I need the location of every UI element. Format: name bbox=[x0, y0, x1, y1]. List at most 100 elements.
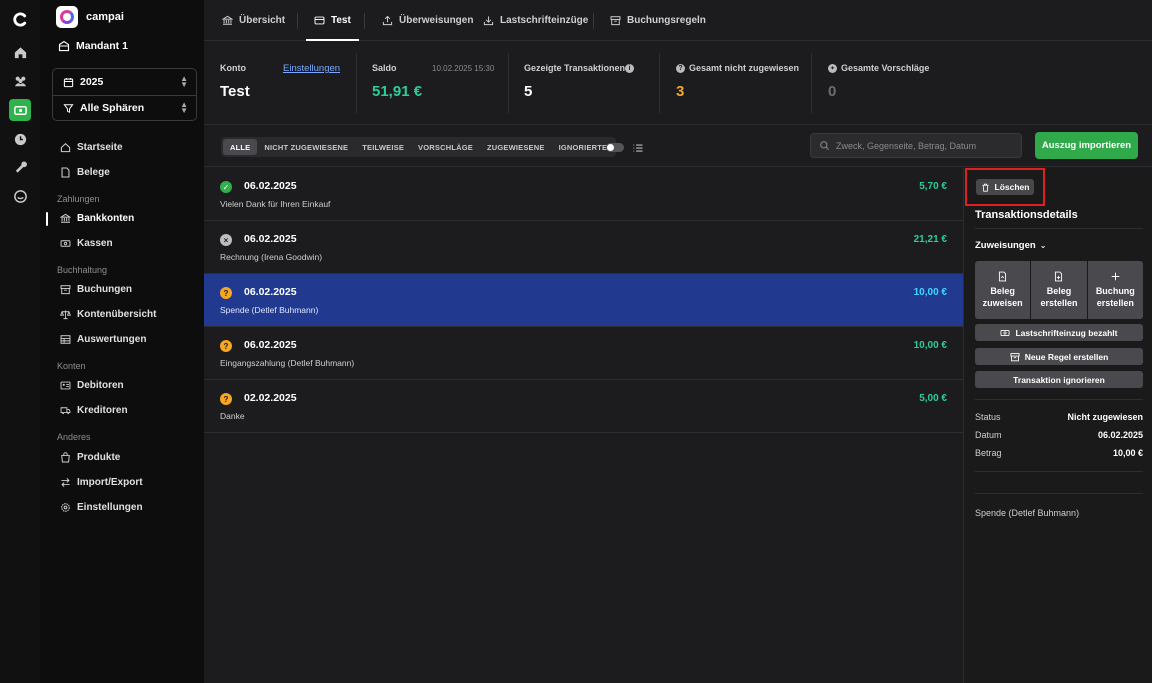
transaction-row-selected[interactable]: ? 06.02.2025 Spende (Detlef Buhmann) 10,… bbox=[204, 274, 963, 327]
tab-buchungsregeln[interactable]: Buchungsregeln bbox=[610, 0, 706, 41]
sidebar-item-label: Auswertungen bbox=[77, 334, 147, 345]
filter-nicht-zugewiesene[interactable]: NICHT ZUGEWIESENE bbox=[257, 139, 355, 155]
year-select[interactable]: 2025 ▲ ▼ bbox=[63, 75, 188, 89]
question-icon: ? bbox=[676, 64, 685, 73]
betrag-label: Betrag bbox=[975, 448, 1002, 458]
sphere-select[interactable]: Alle Sphären ▲ ▼ bbox=[63, 101, 188, 115]
lastschrifteinzug-bezahlt-button[interactable]: Lastschrifteinzug bezahlt bbox=[975, 324, 1143, 341]
action-line2: erstellen bbox=[1040, 298, 1078, 308]
einstellungen-link[interactable]: Einstellungen bbox=[283, 63, 340, 74]
transaction-date: 02.02.2025 bbox=[244, 392, 297, 404]
brand[interactable]: campai bbox=[56, 6, 124, 28]
archive-icon bbox=[60, 285, 71, 295]
transaction-description: Rechnung (Irena Goodwin) bbox=[220, 252, 323, 262]
transaction-purpose: Spende (Detlef Buhmann) bbox=[975, 508, 1080, 518]
sidebar-item-bankkonten[interactable]: Bankkonten bbox=[60, 213, 134, 224]
vorschlaege-cell: ✦ Gesamte Vorschläge 0 bbox=[828, 41, 968, 125]
import-statement-button[interactable]: Auszug importieren bbox=[1035, 132, 1138, 159]
logo-icon[interactable] bbox=[10, 9, 30, 29]
assignment-actions: Beleg zuweisen Beleg erstellen Buchung e… bbox=[975, 261, 1143, 319]
transaction-row[interactable]: × 06.02.2025 Rechnung (Irena Goodwin) 21… bbox=[204, 221, 963, 274]
beleg-erstellen-button[interactable]: Beleg erstellen bbox=[1031, 261, 1087, 319]
members-icon[interactable] bbox=[10, 71, 30, 91]
icon-rail bbox=[0, 0, 40, 683]
summary-divider bbox=[811, 53, 812, 113]
summary-divider bbox=[508, 53, 509, 113]
upload-icon bbox=[382, 15, 393, 26]
filter-ignorierte[interactable]: IGNORIERTE bbox=[552, 139, 615, 155]
filter-icon bbox=[63, 103, 74, 113]
filter-alle[interactable]: ALLE bbox=[223, 139, 258, 155]
button-label: Transaktion ignorieren bbox=[1013, 374, 1105, 385]
tab-divider bbox=[364, 13, 365, 29]
view-toggle[interactable] bbox=[606, 143, 624, 152]
buchung-erstellen-button[interactable]: Buchung erstellen bbox=[1087, 261, 1143, 319]
tab-divider bbox=[593, 13, 594, 29]
panel-title: Transaktionsdetails bbox=[975, 209, 1078, 221]
transaction-date: 06.02.2025 bbox=[244, 339, 297, 351]
sidebar-item-label: Produkte bbox=[77, 452, 121, 463]
sidebar-item-startseite[interactable]: Startseite bbox=[60, 142, 123, 153]
wrench-icon[interactable] bbox=[10, 157, 30, 177]
transaction-date: 06.02.2025 bbox=[244, 233, 297, 245]
zuweisungen-dropdown[interactable]: Zuweisungen ⌄ bbox=[975, 240, 1046, 251]
home-icon[interactable] bbox=[10, 42, 30, 62]
sidebar-item-auswertungen[interactable]: Auswertungen bbox=[60, 334, 146, 345]
sidebar-item-kassen[interactable]: Kassen bbox=[60, 238, 113, 249]
saldo-label: Saldo bbox=[372, 63, 397, 73]
sidebar-item-kreditoren[interactable]: Kreditoren bbox=[60, 405, 128, 416]
divider bbox=[975, 228, 1143, 229]
filter-teilweise[interactable]: TEILWEISE bbox=[355, 139, 411, 155]
transaction-description: Spende (Detlef Buhmann) bbox=[220, 305, 319, 315]
sidebar-item-produkte[interactable]: Produkte bbox=[60, 452, 120, 463]
delete-button[interactable]: Löschen bbox=[976, 179, 1034, 195]
mandant-selector[interactable]: Mandant 1 bbox=[58, 40, 128, 52]
question-icon: ? bbox=[220, 340, 232, 352]
neue-regel-button[interactable]: Neue Regel erstellen bbox=[975, 348, 1143, 365]
bank-building-icon bbox=[222, 15, 233, 25]
document-icon bbox=[61, 167, 70, 178]
bank-icon[interactable] bbox=[9, 99, 31, 121]
delete-label: Löschen bbox=[994, 182, 1030, 192]
search-field[interactable] bbox=[810, 133, 1022, 158]
divider bbox=[975, 493, 1143, 494]
search-input[interactable] bbox=[836, 140, 1016, 151]
sidebar-item-import-export[interactable]: Import/Export bbox=[60, 477, 143, 488]
chat-icon[interactable] bbox=[10, 186, 30, 206]
transaktion-ignorieren-button[interactable]: Transaktion ignorieren bbox=[975, 371, 1143, 388]
transaction-row[interactable]: ✓ 06.02.2025 Vielen Dank für Ihren Einka… bbox=[204, 168, 963, 221]
beleg-zuweisen-button[interactable]: Beleg zuweisen bbox=[975, 261, 1031, 319]
sidebar-item-label: Kassen bbox=[77, 238, 113, 249]
ignored-x-icon: × bbox=[220, 234, 232, 246]
button-label: Neue Regel erstellen bbox=[1024, 351, 1109, 362]
clock-icon[interactable] bbox=[10, 129, 30, 149]
list-icon[interactable] bbox=[632, 142, 644, 154]
question-icon: ? bbox=[220, 287, 232, 299]
tab-test[interactable]: Test bbox=[306, 0, 359, 41]
tab-lastschrifteinzuege[interactable]: Lastschrifteinzüge bbox=[483, 0, 588, 41]
sidebar: campai Mandant 1 2025 ▲ ▼ Alle Sphären ▲ ▼… bbox=[40, 0, 204, 683]
transaction-row[interactable]: ? 06.02.2025 Eingangszahlung (Detlef Buh… bbox=[204, 327, 963, 380]
sidebar-item-belege[interactable]: Belege bbox=[60, 167, 110, 178]
lightbulb-icon: ✦ bbox=[828, 64, 837, 73]
section-title-buchhaltung: Buchhaltung bbox=[57, 265, 108, 275]
gezeigt-label: Gezeigte Transaktionen bbox=[524, 63, 626, 73]
sidebar-item-kontenuebersicht[interactable]: Kontenübersicht bbox=[60, 309, 156, 320]
campai-logo-icon bbox=[56, 6, 78, 28]
sidebar-item-label: Debitoren bbox=[77, 380, 124, 391]
saldo-timestamp: 10.02.2025 15:30 bbox=[432, 64, 495, 73]
tab-uebersicht[interactable]: Übersicht bbox=[222, 0, 285, 41]
account-summary: Konto Einstellungen Test Saldo 10.02.202… bbox=[204, 41, 1152, 125]
sidebar-item-debitoren[interactable]: Debitoren bbox=[60, 380, 124, 391]
tab-label: Übersicht bbox=[239, 15, 286, 26]
cash-icon bbox=[1000, 329, 1010, 336]
sidebar-item-einstellungen[interactable]: Einstellungen bbox=[60, 502, 143, 513]
sidebar-item-buchungen[interactable]: Buchungen bbox=[60, 284, 132, 295]
tab-ueberweisungen[interactable]: Überweisungen bbox=[382, 0, 473, 41]
transaction-row[interactable]: ? 02.02.2025 Danke 5,00 € bbox=[204, 380, 963, 433]
shopping-bag-icon bbox=[61, 452, 70, 463]
filter-vorschlaege[interactable]: VORSCHLÄGE bbox=[411, 139, 480, 155]
filter-zugewiesene[interactable]: ZUGEWIESENE bbox=[480, 139, 552, 155]
info-icon[interactable]: i bbox=[625, 64, 634, 73]
truck-icon bbox=[60, 407, 71, 415]
